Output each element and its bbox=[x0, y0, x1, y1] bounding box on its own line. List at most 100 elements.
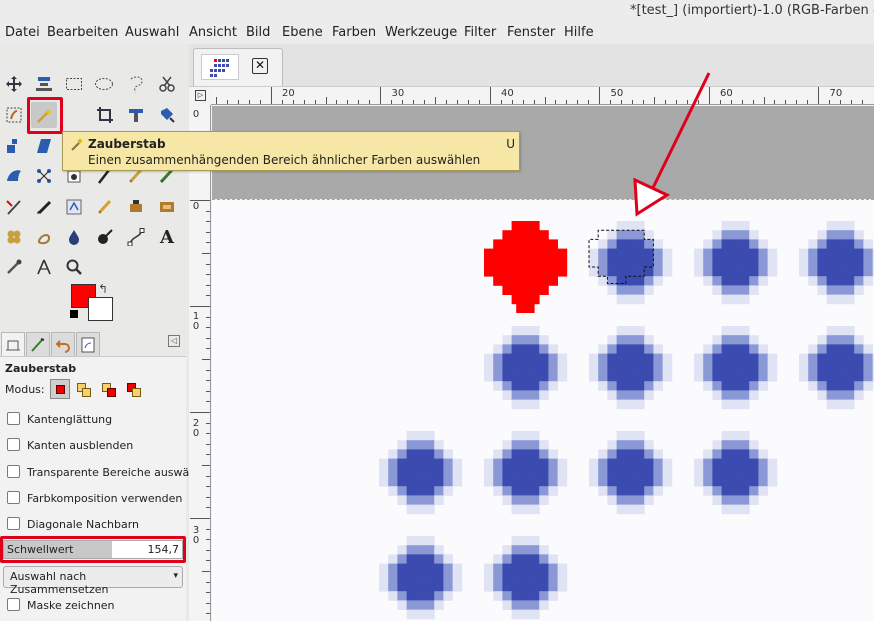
ellipse-select-icon[interactable] bbox=[91, 71, 117, 97]
rotate-tool-icon[interactable] bbox=[1, 133, 27, 159]
transform-tool-icon[interactable] bbox=[123, 102, 149, 128]
pixel-cell bbox=[530, 458, 540, 469]
smudge-tool-icon[interactable] bbox=[61, 224, 87, 250]
pixel-cell bbox=[644, 467, 654, 478]
tab-images[interactable] bbox=[76, 332, 100, 356]
paths-tool-icon[interactable] bbox=[123, 224, 149, 250]
foreground-select-icon[interactable] bbox=[1, 102, 27, 128]
pixel-cell bbox=[539, 563, 549, 574]
pixel-cell bbox=[835, 267, 846, 277]
pixel-cell bbox=[740, 276, 750, 286]
mode-replace-button[interactable] bbox=[50, 379, 70, 399]
ink-tool-icon[interactable] bbox=[92, 194, 118, 220]
paintbrush-icon[interactable] bbox=[1, 194, 27, 220]
quick-mask-toggle-icon[interactable]: ▷ bbox=[195, 90, 206, 101]
pixel-cell bbox=[740, 257, 750, 268]
pixel-cell bbox=[721, 257, 732, 268]
clone-tool-icon[interactable] bbox=[123, 194, 149, 220]
pixel-cell bbox=[520, 221, 531, 231]
mode-intersect-button[interactable] bbox=[123, 379, 143, 399]
measure-tool-icon[interactable] bbox=[31, 254, 57, 280]
menu-ebene[interactable]: Ebene bbox=[282, 25, 323, 40]
pixel-cell bbox=[502, 582, 512, 592]
ruler-tick bbox=[270, 87, 272, 104]
move-tool-icon[interactable] bbox=[1, 71, 27, 97]
tab-device-status[interactable] bbox=[26, 332, 50, 356]
select-by-dropdown[interactable]: Auswahl nach Zusammensetzen ▾ bbox=[3, 566, 183, 596]
sample-merged-checkbox[interactable] bbox=[7, 491, 20, 504]
diagonal-neighbors-label: Diagonale Nachbarn bbox=[27, 518, 140, 531]
pixel-cell bbox=[415, 609, 426, 620]
pixel-cell bbox=[557, 477, 568, 487]
reset-colors-icon[interactable] bbox=[70, 310, 78, 318]
text-icon[interactable]: A bbox=[154, 224, 180, 250]
image-tab-test[interactable]: ✕ bbox=[193, 48, 283, 86]
vertical-ruler[interactable]: 00102030 bbox=[189, 105, 211, 621]
diagonal-neighbors-checkbox[interactable] bbox=[7, 517, 20, 530]
tab-undo-history[interactable] bbox=[51, 332, 75, 356]
menu-werkzeuge[interactable]: Werkzeuge bbox=[385, 25, 457, 40]
pixel-cell bbox=[730, 344, 741, 354]
tab-tool-options[interactable] bbox=[1, 332, 25, 356]
pixel-cell bbox=[598, 248, 608, 259]
pixel-cell bbox=[845, 399, 855, 410]
warp-tool-icon[interactable] bbox=[31, 163, 57, 189]
pixel-cell bbox=[767, 467, 778, 478]
pixel-cell bbox=[397, 477, 407, 487]
pixel-cell bbox=[740, 381, 750, 391]
mode-subtract-button[interactable] bbox=[98, 379, 118, 399]
pixel-cell bbox=[644, 440, 654, 450]
rect-select-icon[interactable] bbox=[61, 71, 87, 97]
scissors-select-icon[interactable] bbox=[154, 71, 180, 97]
pixel-cell bbox=[607, 248, 617, 259]
menu-bild[interactable]: Bild bbox=[246, 25, 270, 40]
pixel-cell bbox=[539, 285, 549, 295]
pixel-cell bbox=[406, 504, 417, 515]
perspective-clone-icon[interactable] bbox=[1, 224, 27, 250]
shear-tool-icon[interactable] bbox=[31, 133, 57, 159]
close-icon[interactable]: ✕ bbox=[252, 58, 268, 74]
mode-add-button[interactable] bbox=[73, 379, 93, 399]
free-select-icon[interactable] bbox=[123, 71, 149, 97]
draw-mask-checkbox[interactable] bbox=[7, 598, 20, 611]
select-transparent-checkbox[interactable] bbox=[7, 465, 20, 478]
pixel-cell bbox=[443, 591, 453, 601]
menu-auswahl[interactable]: Auswahl bbox=[125, 25, 179, 40]
cage-tool-icon[interactable] bbox=[1, 163, 27, 189]
dock-menu-icon[interactable]: ◁ bbox=[168, 335, 180, 347]
eraser-icon[interactable] bbox=[31, 194, 57, 220]
background-color-swatch[interactable] bbox=[88, 297, 113, 321]
menu-filter[interactable]: Filter bbox=[464, 25, 496, 40]
antialiasing-checkbox[interactable] bbox=[7, 412, 20, 425]
align-tool-icon[interactable] bbox=[31, 71, 57, 97]
pixel-cell bbox=[635, 344, 645, 354]
pixel-cell bbox=[452, 572, 463, 583]
pixel-cell bbox=[817, 248, 827, 259]
pixel-cell bbox=[406, 477, 417, 487]
menu-farben[interactable]: Farben bbox=[332, 25, 376, 40]
pixel-cell bbox=[530, 230, 540, 240]
airbrush-icon[interactable] bbox=[61, 194, 87, 220]
menu-datei[interactable]: Datei bbox=[5, 25, 40, 40]
color-select-icon[interactable] bbox=[154, 102, 180, 128]
feather-edges-checkbox[interactable] bbox=[7, 438, 20, 451]
ruler-tick bbox=[190, 306, 210, 307]
zoom-tool-icon[interactable] bbox=[61, 254, 87, 280]
crop-tool-icon[interactable] bbox=[92, 102, 118, 128]
image-canvas[interactable] bbox=[212, 199, 874, 621]
horizontal-ruler[interactable]: 20 30 40 50 60 70 bbox=[211, 87, 874, 105]
pixel-cell bbox=[625, 372, 636, 382]
menu-ansicht[interactable]: Ansicht bbox=[189, 25, 237, 40]
menu-fenster[interactable]: Fenster bbox=[507, 25, 555, 40]
pixel-cell bbox=[616, 326, 627, 336]
pixel-cell bbox=[817, 372, 827, 382]
blur-tool-icon[interactable] bbox=[31, 224, 57, 250]
swap-colors-icon[interactable]: ↰ bbox=[98, 282, 108, 296]
color-picker-icon[interactable] bbox=[1, 254, 27, 280]
menu-hilfe[interactable]: Hilfe bbox=[564, 25, 594, 40]
menu-bearbeiten[interactable]: Bearbeiten bbox=[47, 25, 118, 40]
pixel-cell bbox=[520, 285, 531, 295]
pixel-cell bbox=[539, 390, 549, 400]
dodge-burn-icon[interactable] bbox=[92, 224, 118, 250]
heal-tool-icon[interactable] bbox=[154, 194, 180, 220]
